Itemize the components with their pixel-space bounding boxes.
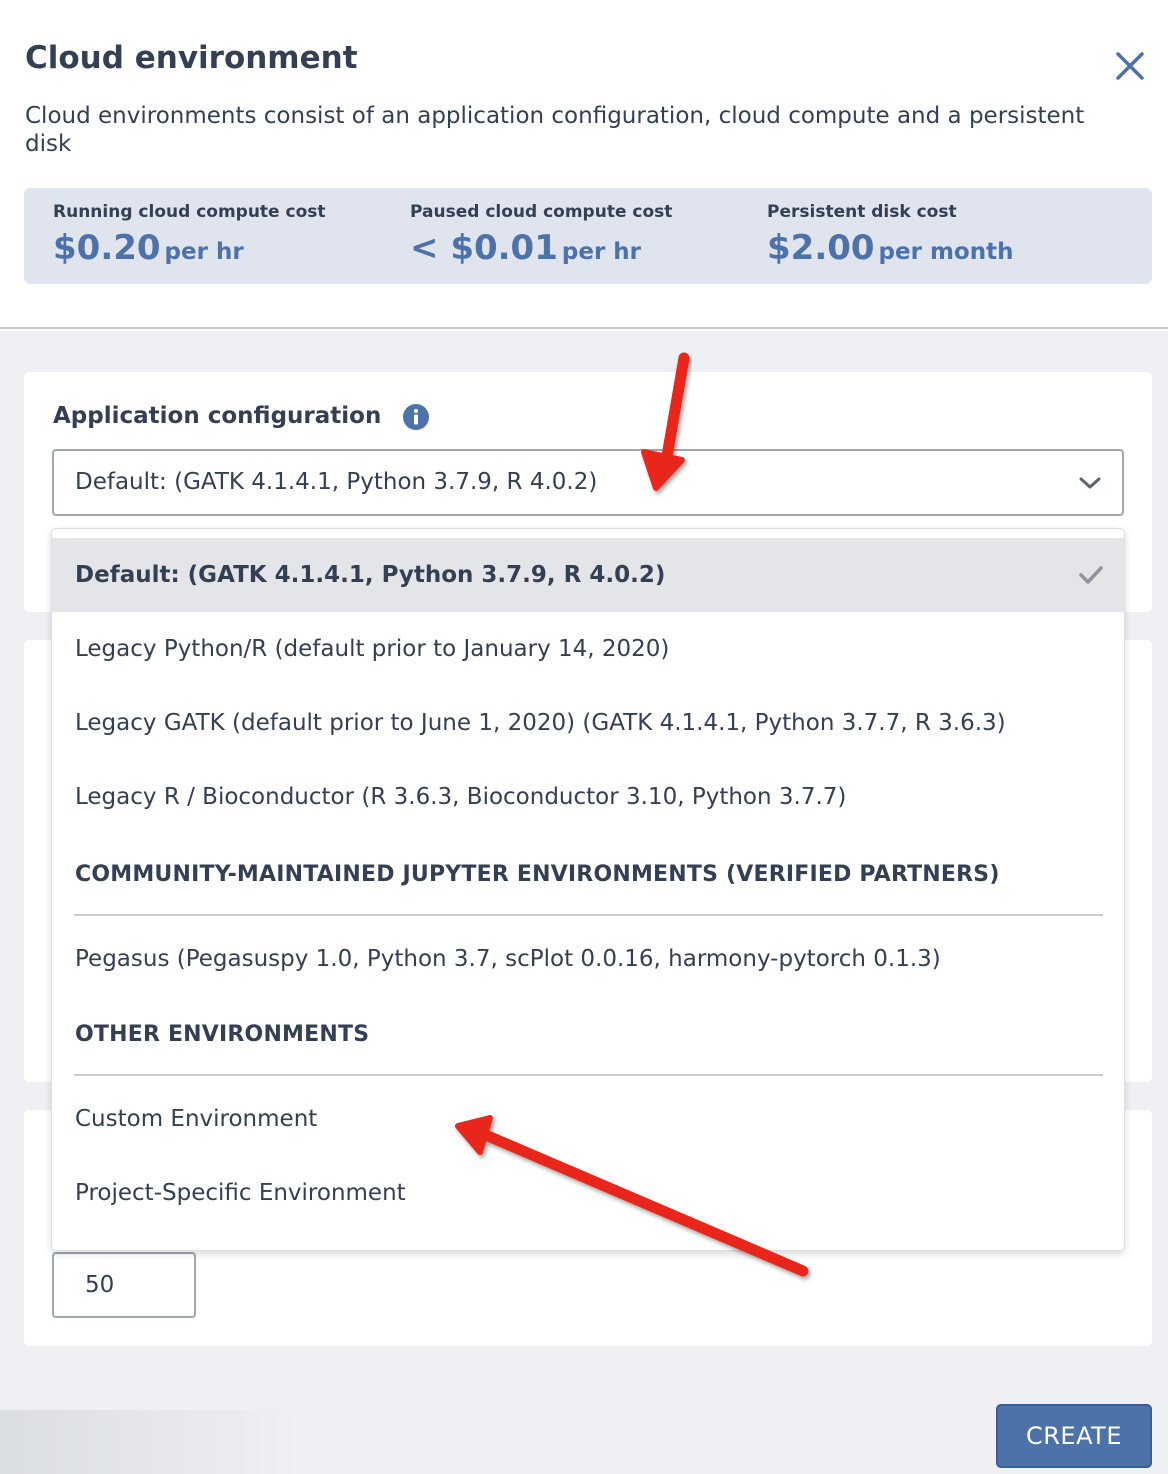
option-label: Legacy R / Bioconductor (R 3.6.3, Biocon… xyxy=(75,784,847,810)
cost-label: Running cloud compute cost xyxy=(53,202,326,222)
app-config-label: Application configuration xyxy=(53,403,382,429)
group-header-other: OTHER ENVIRONMENTS xyxy=(75,1022,370,1047)
cost-label: Persistent disk cost xyxy=(767,202,957,222)
select-value: Default: (GATK 4.1.4.1, Python 3.7.9, R … xyxy=(75,469,598,495)
option-project-specific-environment[interactable]: Project-Specific Environment xyxy=(52,1156,1124,1230)
app-config-dropdown: Default: (GATK 4.1.4.1, Python 3.7.9, R … xyxy=(51,528,1125,1251)
modal-header: Cloud environment Cloud environments con… xyxy=(0,0,1168,329)
cost-value: $0.20 per hr xyxy=(53,228,244,268)
option-legacy-gatk[interactable]: Legacy GATK (default prior to June 1, 20… xyxy=(52,686,1124,760)
option-custom-environment[interactable]: Custom Environment xyxy=(52,1082,1124,1156)
disk-size-input[interactable]: 50 xyxy=(52,1252,196,1318)
group-divider xyxy=(74,1074,1103,1076)
create-button[interactable]: CREATE xyxy=(996,1404,1152,1468)
chevron-down-icon xyxy=(1079,477,1101,489)
cost-label: Paused cloud compute cost xyxy=(410,202,673,222)
page-title: Cloud environment xyxy=(25,40,358,76)
group-divider xyxy=(74,914,1103,916)
option-legacy-python-r[interactable]: Legacy Python/R (default prior to Januar… xyxy=(52,612,1124,686)
option-pegasus[interactable]: Pegasus (Pegasuspy 1.0, Python 3.7, scPl… xyxy=(52,922,1124,996)
info-icon xyxy=(403,404,429,430)
cost-unit: per hr xyxy=(561,239,642,265)
option-label: Legacy Python/R (default prior to Januar… xyxy=(75,636,670,662)
group-header-community: COMMUNITY-MAINTAINED JUPYTER ENVIRONMENT… xyxy=(75,862,1000,887)
app-config-select[interactable]: Default: (GATK 4.1.4.1, Python 3.7.9, R … xyxy=(52,449,1124,516)
cost-value: $2.00 per month xyxy=(767,228,1014,268)
cost-summary: Running cloud compute cost $0.20 per hr P… xyxy=(24,188,1152,284)
option-label: Pegasus (Pegasuspy 1.0, Python 3.7, scPl… xyxy=(75,946,941,972)
close-button[interactable] xyxy=(1110,46,1150,86)
close-icon xyxy=(1116,52,1144,80)
bottom-shadow xyxy=(0,1410,300,1474)
option-label: Default: (GATK 4.1.4.1, Python 3.7.9, R … xyxy=(75,562,666,588)
cost-value: < $0.01 per hr xyxy=(410,228,642,268)
option-default[interactable]: Default: (GATK 4.1.4.1, Python 3.7.9, R … xyxy=(52,538,1124,612)
option-label: Custom Environment xyxy=(75,1106,318,1132)
check-icon xyxy=(1079,566,1103,584)
page-description: Cloud environments consist of an applica… xyxy=(25,103,1085,157)
option-legacy-r-bioconductor[interactable]: Legacy R / Bioconductor (R 3.6.3, Biocon… xyxy=(52,760,1124,834)
option-label: Project-Specific Environment xyxy=(75,1180,406,1206)
option-label: Legacy GATK (default prior to June 1, 20… xyxy=(75,710,1006,736)
info-button[interactable] xyxy=(402,403,430,431)
cost-unit: per month xyxy=(878,239,1014,265)
cost-unit: per hr xyxy=(164,239,244,265)
